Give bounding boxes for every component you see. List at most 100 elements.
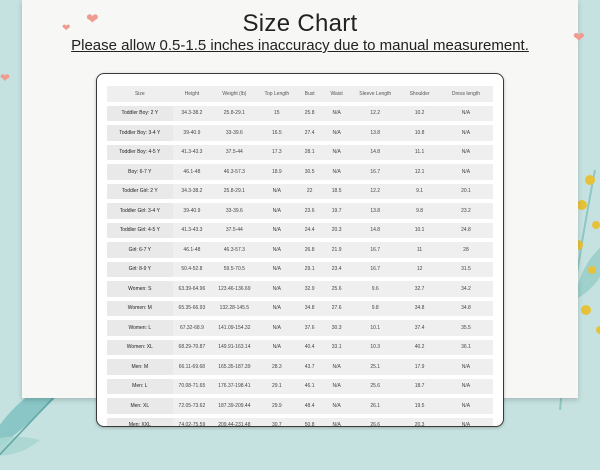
table-cell: 19.5: [400, 398, 439, 414]
table-cell: 23.2: [438, 203, 493, 219]
table-cell: 30.3: [323, 320, 351, 336]
table-cell: 46.1-48: [172, 242, 212, 258]
table-cell: N/A: [257, 339, 297, 355]
table-cell: 21.9: [323, 242, 351, 258]
table-cell: 41.3-43.3: [172, 222, 212, 238]
table-cell: N/A: [438, 417, 493, 426]
table-cell: 36.1: [438, 339, 493, 355]
table-cell: 32.7: [400, 281, 439, 297]
table-cell: 9.6: [350, 281, 401, 297]
size-table: Size Height Weight (lb) Top Length Bust …: [107, 82, 493, 426]
table-cell: 40.4: [296, 339, 324, 355]
column-header: Weight (lb): [211, 86, 258, 102]
table-cell: 59.5-70.5: [211, 261, 258, 277]
table-cell: 28.3: [257, 359, 297, 375]
table-row: Men: XL 72.05-73.62 187.39-209.44 29.9 48.4 N…: [107, 398, 493, 414]
table-cell: 10.2: [400, 105, 439, 121]
table-cell: 17.3: [257, 144, 297, 160]
table-cell: 187.39-209.44: [211, 398, 258, 414]
table-cell: 10.1: [350, 320, 401, 336]
table-cell: N/A: [438, 359, 493, 375]
table-cell: N/A: [323, 417, 351, 426]
table-cell: 13.8: [350, 125, 401, 141]
table-cell: N/A: [323, 359, 351, 375]
table-cell: 33-39.6: [211, 125, 258, 141]
column-header: Top Length: [257, 86, 297, 102]
size-label-cell: Men: L: [107, 378, 173, 394]
table-row: Toddler Girl: 3-4 Y 39-40.9 33-39.6 N/A 23.6…: [107, 203, 493, 219]
size-label-cell: Women: S: [107, 281, 173, 297]
table-cell: N/A: [257, 261, 297, 277]
size-label-cell: Toddler Girl: 4-5 Y: [107, 222, 173, 238]
table-cell: 123.46-136.69: [211, 281, 258, 297]
table-row: Toddler Girl: 2 Y 34.3-38.2 25.8-29.1 N/A 22…: [107, 183, 493, 199]
table-row: Toddler Boy: 4-5 Y 41.3-43.3 37.5-44 17.3 28…: [107, 144, 493, 160]
table-cell: N/A: [323, 378, 351, 394]
table-cell: N/A: [438, 398, 493, 414]
table-cell: 18.7: [400, 378, 439, 394]
table-cell: 26.8: [296, 242, 324, 258]
table-cell: 9.8: [350, 300, 401, 316]
table-cell: 37.6: [296, 320, 324, 336]
table-cell: 17.9: [400, 359, 439, 375]
size-label-cell: Men: XL: [107, 398, 173, 414]
table-cell: 176.37-198.41: [211, 378, 258, 394]
table-cell: N/A: [323, 144, 351, 160]
table-cell: 19.7: [323, 203, 351, 219]
table-cell: 149.91-163.14: [211, 339, 258, 355]
table-cell: 22: [296, 183, 324, 199]
table-cell: 12.2: [350, 183, 401, 199]
table-cell: 72.05-73.62: [172, 398, 212, 414]
table-cell: 14.8: [350, 144, 401, 160]
table-cell: N/A: [257, 242, 297, 258]
table-cell: N/A: [438, 378, 493, 394]
table-cell: 29.1: [257, 378, 297, 394]
table-cell: 209.44-231.48: [211, 417, 258, 426]
table-cell: 23.6: [296, 203, 324, 219]
table-cell: 25.8: [296, 105, 324, 121]
size-label-cell: Toddler Girl: 2 Y: [107, 183, 173, 199]
table-cell: 37.4: [400, 320, 439, 336]
table-cell: 23.4: [323, 261, 351, 277]
table-cell: 66.11-69.68: [172, 359, 212, 375]
table-cell: 9.8: [400, 203, 439, 219]
table-cell: 46.3-57.3: [211, 242, 258, 258]
table-cell: 14.8: [350, 222, 401, 238]
table-cell: 40.2: [400, 339, 439, 355]
size-chart-card: Size Height Weight (lb) Top Length Bust …: [96, 73, 504, 427]
table-cell: 34.8: [296, 300, 324, 316]
table-cell: 12.1: [400, 164, 439, 180]
table-cell: N/A: [257, 183, 297, 199]
table-cell: N/A: [257, 281, 297, 297]
table-cell: 10.1: [400, 222, 439, 238]
table-cell: 30.7: [257, 417, 297, 426]
table-cell: 37.5-44: [211, 222, 258, 238]
column-header: Dress length: [438, 86, 493, 102]
table-cell: 34.3-38.2: [172, 183, 212, 199]
table-cell: 11.1: [400, 144, 439, 160]
table-cell: 39-40.9: [172, 203, 212, 219]
table-cell: 141.09-154.32: [211, 320, 258, 336]
table-cell: 32.9: [296, 281, 324, 297]
table-cell: 24.4: [296, 222, 324, 238]
table-cell: 25.8-29.1: [211, 183, 258, 199]
table-cell: 16.7: [350, 242, 401, 258]
table-cell: 26.6: [350, 417, 401, 426]
table-cell: N/A: [438, 164, 493, 180]
measurement-note: Please allow 0.5-1.5 inches inaccuracy d…: [71, 37, 529, 54]
table-cell: 12.2: [350, 105, 401, 121]
table-cell: 24.8: [438, 222, 493, 238]
table-row: Men: M 66.11-69.68 165.35-187.39 28.3 43.7 N/…: [107, 359, 493, 375]
table-cell: 9.1: [400, 183, 439, 199]
table-cell: 12: [400, 261, 439, 277]
table-cell: N/A: [257, 203, 297, 219]
table-row: Women: XL 68.29-70.87 149.91-163.14 N/A 40.4…: [107, 339, 493, 355]
page-title: Size Chart: [242, 10, 358, 37]
table-cell: 10.8: [400, 125, 439, 141]
table-row: Boy: 6-7 Y 46.1-48 46.3-57.3 18.9 30.5 N/A 16.…: [107, 164, 493, 180]
table-cell: 50.4-52.8: [172, 261, 212, 277]
table-cell: 46.1-48: [172, 164, 212, 180]
table-cell: 74.02-75.59: [172, 417, 212, 426]
table-cell: 16.5: [257, 125, 297, 141]
size-label-cell: Toddler Girl: 3-4 Y: [107, 203, 173, 219]
